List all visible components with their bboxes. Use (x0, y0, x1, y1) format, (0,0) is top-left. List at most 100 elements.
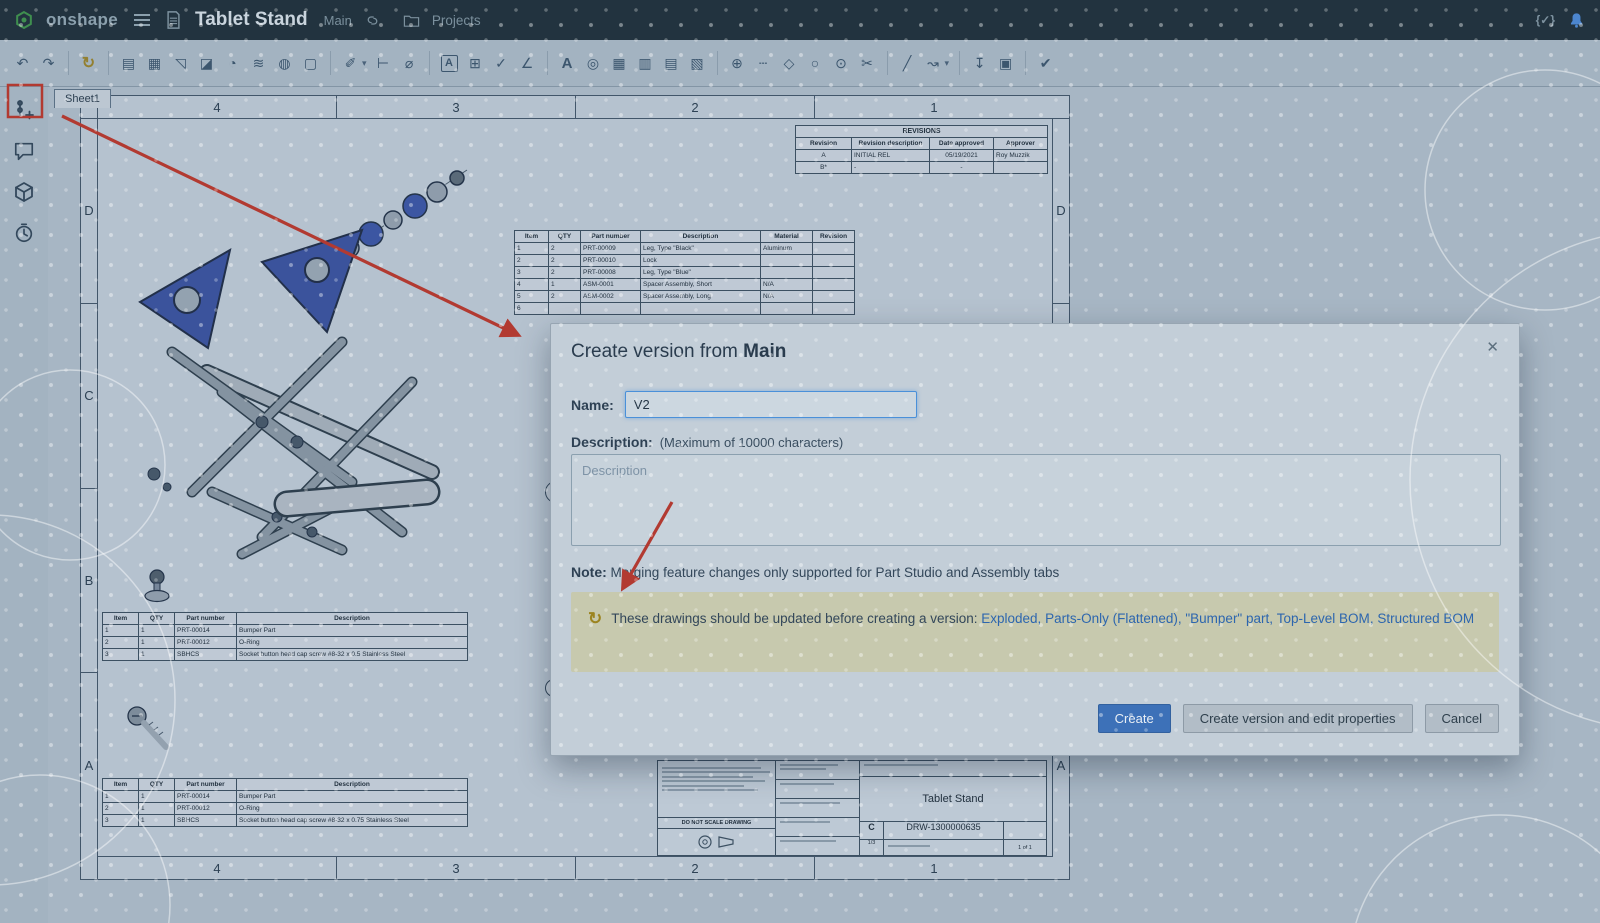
exploded-view-drawing (112, 142, 472, 572)
create-version-dialog: Create version from Main ✕ Name: Descrip… (550, 323, 1520, 756)
bom-table-b: ItemQTYPart numberDescription 11PRT-0001… (102, 612, 468, 661)
link-icon[interactable] (364, 12, 381, 29)
inspection-symbol-icon[interactable]: ◎ (581, 50, 606, 76)
drawing-update-link[interactable]: Structured BOM (1377, 611, 1474, 626)
auxiliary-view-icon[interactable]: ◹ (168, 50, 193, 76)
bom-header-cell: Description (237, 779, 468, 791)
bom-row: 11PRT-00014Bumper Part (103, 791, 468, 803)
divider (429, 51, 430, 75)
description-textarea[interactable] (571, 454, 1501, 546)
cancel-button[interactable]: Cancel (1425, 704, 1499, 733)
trim-icon[interactable]: ✂ (855, 50, 880, 76)
version-name-input[interactable] (625, 391, 917, 418)
export-image-icon[interactable]: ▣ (993, 50, 1018, 76)
warning-links: Exploded Parts-Only (Flattened) "Bumper" p… (981, 611, 1474, 626)
onshape-logo-icon (14, 10, 34, 30)
sheet-check-icon[interactable]: ✔ (1033, 50, 1058, 76)
section-view-icon[interactable]: ◪ (194, 50, 219, 76)
detail-view-icon[interactable]: ◔ (220, 50, 245, 76)
sheet-tab[interactable]: Sheet1 (54, 89, 111, 108)
centermark-icon[interactable]: ⊕ (725, 50, 750, 76)
bom-header-cell: Part number (175, 613, 237, 625)
bom-header-cell: Part number (581, 231, 641, 243)
title-block: DO NOT SCALE DRAWING (657, 760, 1047, 856)
sheet-size: C (860, 822, 884, 839)
onshape-app: onshape Tablet Stand Main Projects {✓} ↶… (0, 0, 1600, 923)
title-block-title: Tablet Stand (860, 777, 1046, 822)
insert-view-icon[interactable]: ▤ (116, 50, 141, 76)
screw-part-drawing (123, 702, 175, 756)
close-icon[interactable]: ✕ (1486, 338, 1499, 356)
dimension-caret-icon[interactable]: ▾ (359, 50, 370, 76)
drawing-update-link[interactable]: Top-Level BOM (1277, 611, 1370, 626)
zone-ruler-top: 4321 (97, 96, 1053, 118)
geometric-tolerance-icon[interactable]: ⊞ (463, 50, 488, 76)
projected-view-icon[interactable]: ▦ (142, 50, 167, 76)
project-link[interactable]: Projects (432, 13, 481, 28)
folder-icon (403, 13, 420, 28)
merge-note: Note: Merging feature changes only suppo… (571, 564, 1059, 580)
revision-table-icon[interactable]: ▧ (685, 50, 710, 76)
bom-table-icon[interactable]: ▥ (633, 50, 658, 76)
workspace-name[interactable]: Main (324, 13, 352, 28)
code-icon[interactable]: {✓} (1536, 13, 1555, 27)
revisions-row: B*- - (796, 162, 1048, 174)
zone-label: 3 (336, 96, 575, 118)
zone-label: 1 (814, 857, 1053, 879)
drawings-update-warning: ↻These drawings should be updated before… (571, 592, 1499, 672)
comment-icon[interactable] (10, 137, 38, 165)
bom-row: 31SBHCSSocket button head cap screw #8-3… (103, 815, 468, 827)
redo-icon[interactable]: ↷ (36, 50, 61, 76)
broken-view-icon[interactable]: ≋ (246, 50, 271, 76)
app-header: onshape Tablet Stand Main Projects {✓} (0, 0, 1600, 40)
centerline-icon[interactable]: ┄ (751, 50, 776, 76)
update-warning-icon[interactable]: ↻ (588, 609, 602, 628)
update-views-icon[interactable]: ↻ (76, 50, 101, 76)
history-clock-icon[interactable] (10, 219, 38, 247)
notification-bell-icon[interactable] (1567, 11, 1586, 30)
name-label: Name: (571, 397, 614, 413)
create-button[interactable]: Create (1098, 704, 1171, 733)
dialog-title: Create version from Main (571, 341, 786, 363)
crop-view-icon[interactable]: ▢ (298, 50, 323, 76)
leader-icon[interactable]: ∠ (515, 50, 540, 76)
document-title[interactable]: Tablet Stand (195, 9, 308, 31)
zone-label: D (81, 118, 97, 303)
create-and-edit-button[interactable]: Create version and edit properties (1183, 704, 1413, 733)
drawing-update-link[interactable]: Parts-Only (Flattened) (1045, 611, 1178, 626)
sheet-scale: 1/3 (860, 840, 884, 855)
description-hint: (Maximum of 10000 characters) (660, 435, 844, 450)
undo-icon[interactable]: ↶ (10, 50, 35, 76)
table-icon[interactable]: ▦ (607, 50, 632, 76)
zone-ruler-left: DCBA (81, 118, 97, 857)
circle-icon[interactable]: ○ (803, 50, 828, 76)
line-icon[interactable]: ╱ (895, 50, 920, 76)
diameter-dimension-icon[interactable]: ⌀ (397, 50, 422, 76)
drawing-update-link[interactable]: Exploded (981, 611, 1037, 626)
divider (717, 51, 718, 75)
export-dxf-icon[interactable]: ↧ (967, 50, 992, 76)
zone-label: 4 (97, 857, 336, 879)
bom-header-cell: QTY (139, 613, 175, 625)
drawing-update-link[interactable]: "Bumper" part (1185, 611, 1269, 626)
projection-symbol-icon (695, 833, 739, 851)
main-menu-icon[interactable] (134, 19, 150, 21)
create-version-icon[interactable] (10, 96, 38, 124)
polygon-icon[interactable]: ◇ (777, 50, 802, 76)
note-icon[interactable]: A (441, 55, 458, 72)
zone-label: C (81, 303, 97, 488)
description-label: Description: (571, 434, 653, 450)
bom-header-cell: Item (103, 779, 139, 791)
ordinate-dimension-icon[interactable]: ⊢ (371, 50, 396, 76)
spline-caret-icon[interactable]: ▾ (942, 50, 953, 76)
point-icon[interactable]: ⊙ (829, 50, 854, 76)
bom-header-cell: Material (761, 231, 813, 243)
insertables-cube-icon[interactable] (10, 178, 38, 206)
bom-header-cell: Item (103, 613, 139, 625)
revisions-header-cell: Revision (796, 138, 852, 150)
hole-table-icon[interactable]: ▤ (659, 50, 684, 76)
bom-row: 31SBHCSSocket button head cap screw #8-3… (103, 649, 468, 661)
break-out-section-icon[interactable]: ◍ (272, 50, 297, 76)
text-icon[interactable]: A (555, 50, 580, 76)
surface-finish-icon[interactable]: ✓ (489, 50, 514, 76)
